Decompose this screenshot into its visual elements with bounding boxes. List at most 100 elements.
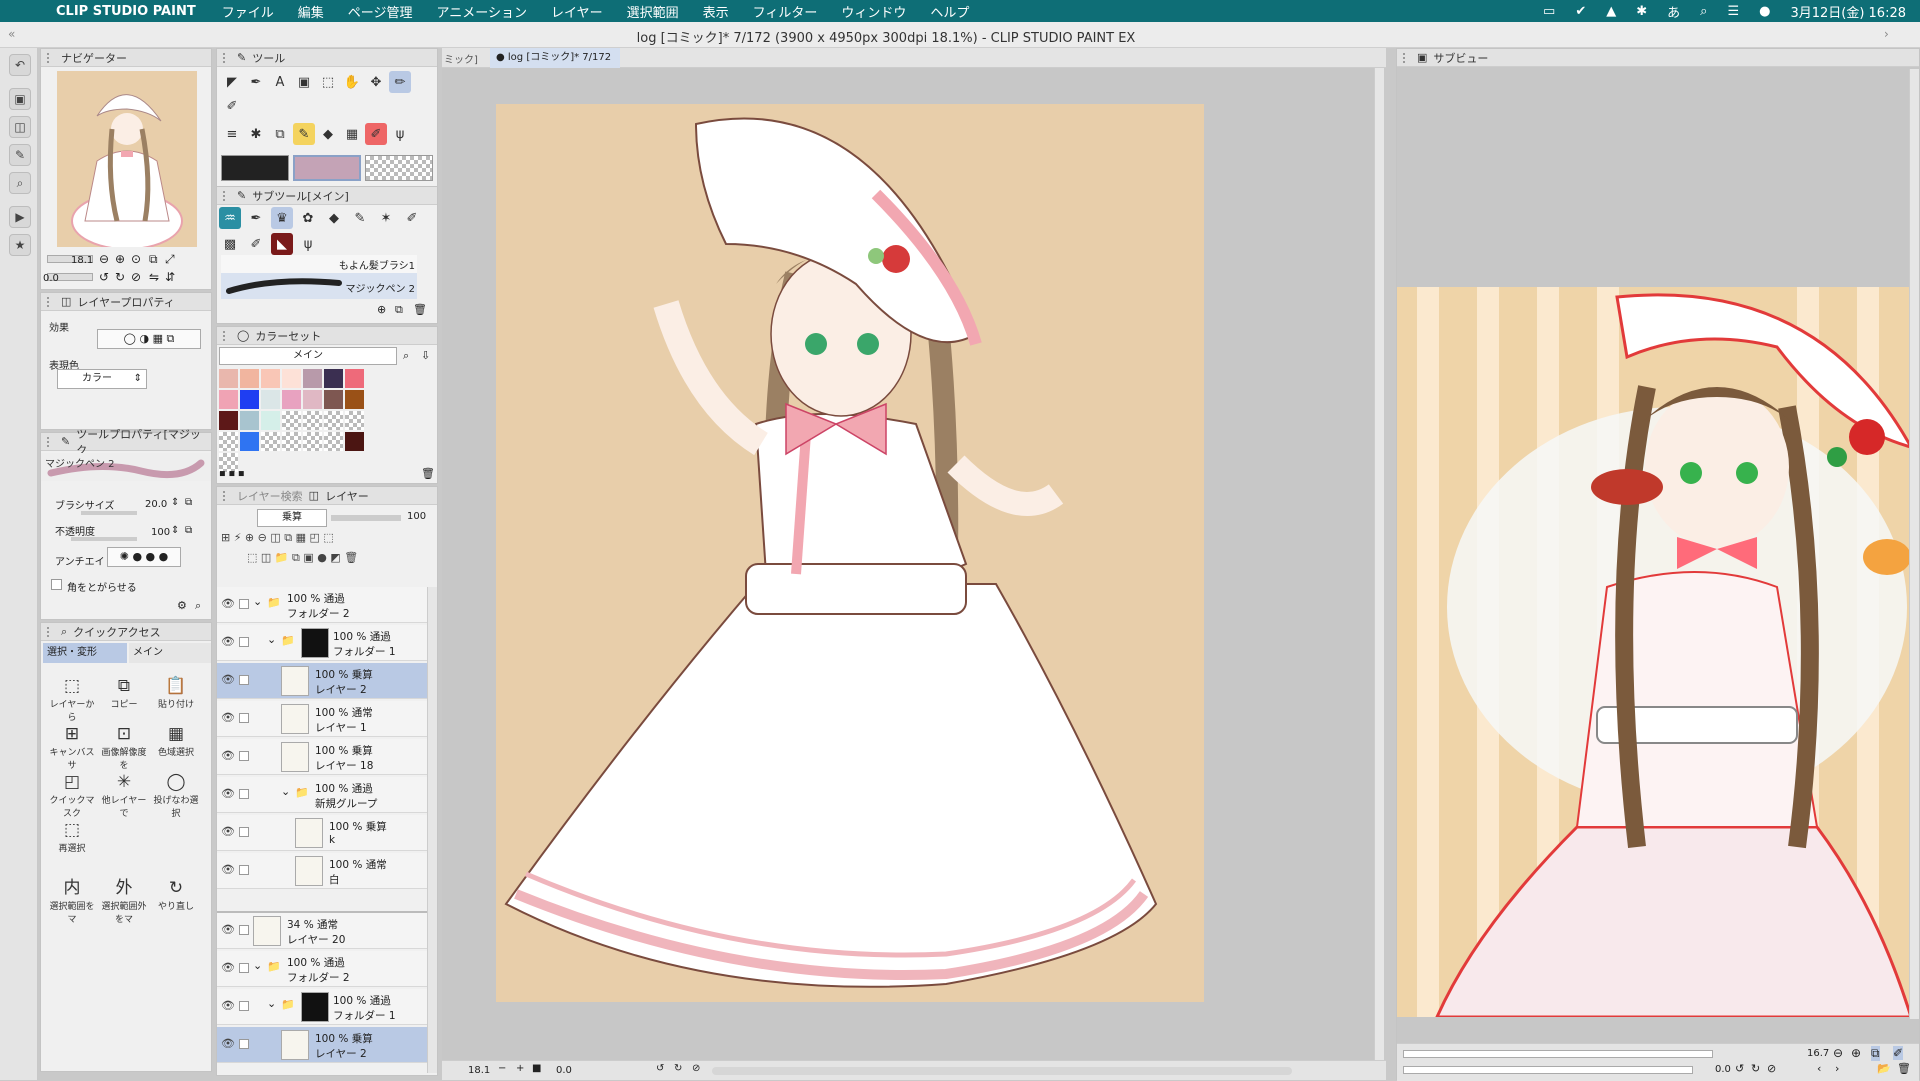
decoration-tool-icon[interactable]: ψ [389, 123, 411, 145]
menu-view[interactable]: 表示 [691, 2, 741, 21]
menu-animation[interactable]: アニメーション [424, 2, 538, 21]
layer-lock-checkbox[interactable] [239, 751, 249, 761]
subview-eyedropper-icon[interactable]: ✐ [1893, 1046, 1904, 1060]
subtool-sparkle-icon[interactable]: ✶ [375, 207, 397, 229]
menu-selection[interactable]: 選択範囲 [615, 2, 691, 21]
color-swatch[interactable] [324, 369, 343, 388]
link-icon[interactable]: ⧉ [185, 497, 192, 508]
eye-icon[interactable]: 👁 [221, 1037, 235, 1050]
grip-icon[interactable] [223, 52, 231, 63]
subview-open-icon[interactable]: 📂 [1877, 1062, 1891, 1075]
material-icon[interactable]: ★ [9, 234, 31, 256]
siri-icon[interactable]: ● [1749, 4, 1780, 19]
brush-size-stepper-icon[interactable]: ⇕ [171, 497, 179, 508]
tab-previous[interactable]: ミック] [444, 51, 478, 66]
effect-buttons[interactable]: ◯ ◑ ▦ ⧉ [97, 329, 201, 349]
layer-thumbnail[interactable] [295, 856, 323, 886]
color-swatch[interactable] [303, 390, 322, 409]
layer-row[interactable]: 👁 34 % 通常 レイヤー 20 [217, 913, 429, 949]
layer-row[interactable]: 👁 100 % 乗算 レイヤー 2 [217, 1027, 429, 1063]
fill-tool-icon[interactable]: ▣ [293, 71, 315, 93]
menu-layer[interactable]: レイヤー [539, 2, 615, 21]
layer-row[interactable]: 👁 100 % 乗算 k [217, 815, 429, 851]
subview-next-icon[interactable]: › [1835, 1062, 1839, 1075]
eye-icon[interactable]: 👁 [221, 635, 235, 648]
subview-zoom-value[interactable]: 16.7 [1807, 1048, 1829, 1059]
layer-row[interactable]: 👁 ⌄ 📁 100 % 通過 新規グループ [217, 777, 429, 813]
layer-row[interactable]: 👁 100 % 通常 レイヤー 1 [217, 701, 429, 737]
subview-zoom-in-icon[interactable]: ⊕ [1851, 1046, 1861, 1060]
color-swatch[interactable] [240, 411, 259, 430]
subview-zoom-out-icon[interactable]: ⊖ [1833, 1046, 1843, 1060]
canvas-zoom-value[interactable]: 18.1 [468, 1065, 490, 1076]
eye-icon[interactable]: 👁 [221, 999, 235, 1012]
layer-row[interactable]: 👁 100 % 乗算 レイヤー 2 [217, 663, 429, 699]
canvas-rotate-left-icon[interactable]: ↺ [656, 1063, 664, 1074]
layer-lock-checkbox[interactable] [239, 1039, 249, 1049]
menu-page[interactable]: ページ管理 [336, 2, 425, 21]
layer-row[interactable]: 👁 ⌄ 📁 100 % 通過 フォルダー 2 [217, 951, 429, 987]
color-swatch[interactable] [345, 390, 364, 409]
brush-size-value[interactable]: 20.0 [145, 499, 167, 510]
copy-subtool-icon[interactable]: ⧉ [395, 303, 403, 317]
tab-active[interactable]: ● log [コミック]* 7/172 [490, 48, 620, 68]
color-swatch[interactable] [303, 432, 322, 451]
grip-icon[interactable] [223, 490, 231, 501]
hand-tool-icon[interactable]: ✋ [341, 71, 363, 93]
check-icon[interactable]: ✔ [1565, 4, 1596, 19]
colorset-delete-icon[interactable]: 🗑 [421, 467, 435, 480]
menubar-clock[interactable]: 3月12日(金) 16:28 [1780, 2, 1920, 21]
subtool-marker-icon[interactable]: ✎ [349, 207, 371, 229]
opacity-value[interactable]: 100 [151, 527, 170, 538]
layer-thumbnail[interactable] [281, 742, 309, 772]
layer-blend-mode-select[interactable]: 乗算 [257, 509, 327, 527]
antialias-options[interactable]: ✺ ● ● ● [107, 547, 181, 567]
layer-toolbar-row1[interactable]: ⊞ ⚡ ⊕ ⊖ ◫ ⧉ ▦ ◰ ⬚ [221, 531, 433, 547]
pen-tool-icon[interactable]: ✒ [245, 71, 267, 93]
expression-color-select[interactable]: カラー ⇕ [57, 369, 147, 389]
subtool-pattern-icon[interactable]: ▩ [219, 233, 241, 255]
frame-tool-icon[interactable]: ⧉ [269, 123, 291, 145]
color-swatch[interactable] [324, 390, 343, 409]
menu-edit[interactable]: 編集 [286, 2, 336, 21]
control-center-icon[interactable]: ☰ [1717, 4, 1749, 19]
qa-item[interactable]: 内選択範囲をマ [47, 877, 97, 925]
fit-icon[interactable]: ⧉ [149, 252, 158, 267]
grip-icon[interactable] [47, 436, 55, 447]
fit-window-icon[interactable]: ⤢ [165, 252, 175, 267]
menu-help[interactable]: ヘルプ [918, 2, 981, 21]
color-swatch[interactable] [345, 411, 364, 430]
color-swatch[interactable] [345, 369, 364, 388]
qa-item[interactable]: ▦ 色域選択 [151, 723, 201, 758]
subtool-pen-icon[interactable]: ✒ [245, 207, 267, 229]
qa-item[interactable]: ⊞ キャンバスサ [47, 723, 97, 771]
collapse-left-icon[interactable]: « [8, 27, 15, 41]
layer-lock-checkbox[interactable] [239, 827, 249, 837]
eye-icon[interactable]: 👁 [221, 863, 235, 876]
colorset-menu-icon[interactable]: ◾ ◾ ◾ [219, 469, 245, 479]
main-color-swatch[interactable] [221, 155, 289, 181]
menu-filter[interactable]: フィルター [741, 2, 830, 21]
display-icon[interactable]: ▭ [1533, 4, 1565, 19]
layer-opacity-slider[interactable] [331, 515, 401, 521]
qa-item[interactable]: ⊡ 画像解像度を [99, 723, 149, 771]
marker-tool-icon[interactable]: ✎ [293, 123, 315, 145]
grip-icon[interactable] [47, 52, 55, 63]
canvas-fit-icon[interactable]: ■ [532, 1063, 541, 1074]
grip-icon[interactable] [47, 296, 55, 307]
chevron-down-icon[interactable]: ⌄ [253, 595, 262, 608]
canvas-zoom-in-icon[interactable]: + [516, 1063, 524, 1074]
zoom-in-icon[interactable]: ⊕ [115, 252, 125, 266]
selection-tool-icon[interactable]: ⬚ [317, 71, 339, 93]
layer-icon[interactable]: ◫ [9, 116, 31, 138]
grip-icon[interactable] [47, 626, 55, 637]
chevron-down-icon[interactable]: ⌄ [267, 997, 276, 1010]
collapse-right-icon[interactable]: › [1884, 27, 1889, 41]
color-swatch[interactable] [261, 432, 280, 451]
subtool-eraser-icon[interactable]: ◆ [323, 207, 345, 229]
reset-rotation-icon[interactable]: ⊘ [131, 270, 141, 284]
eraser-tool-icon[interactable]: ◆ [317, 123, 339, 145]
layer-thumbnail[interactable] [281, 704, 309, 734]
flip-horizontal-icon[interactable]: ⇋ [149, 270, 159, 284]
layer-list-icon[interactable]: ≡ [221, 123, 243, 145]
